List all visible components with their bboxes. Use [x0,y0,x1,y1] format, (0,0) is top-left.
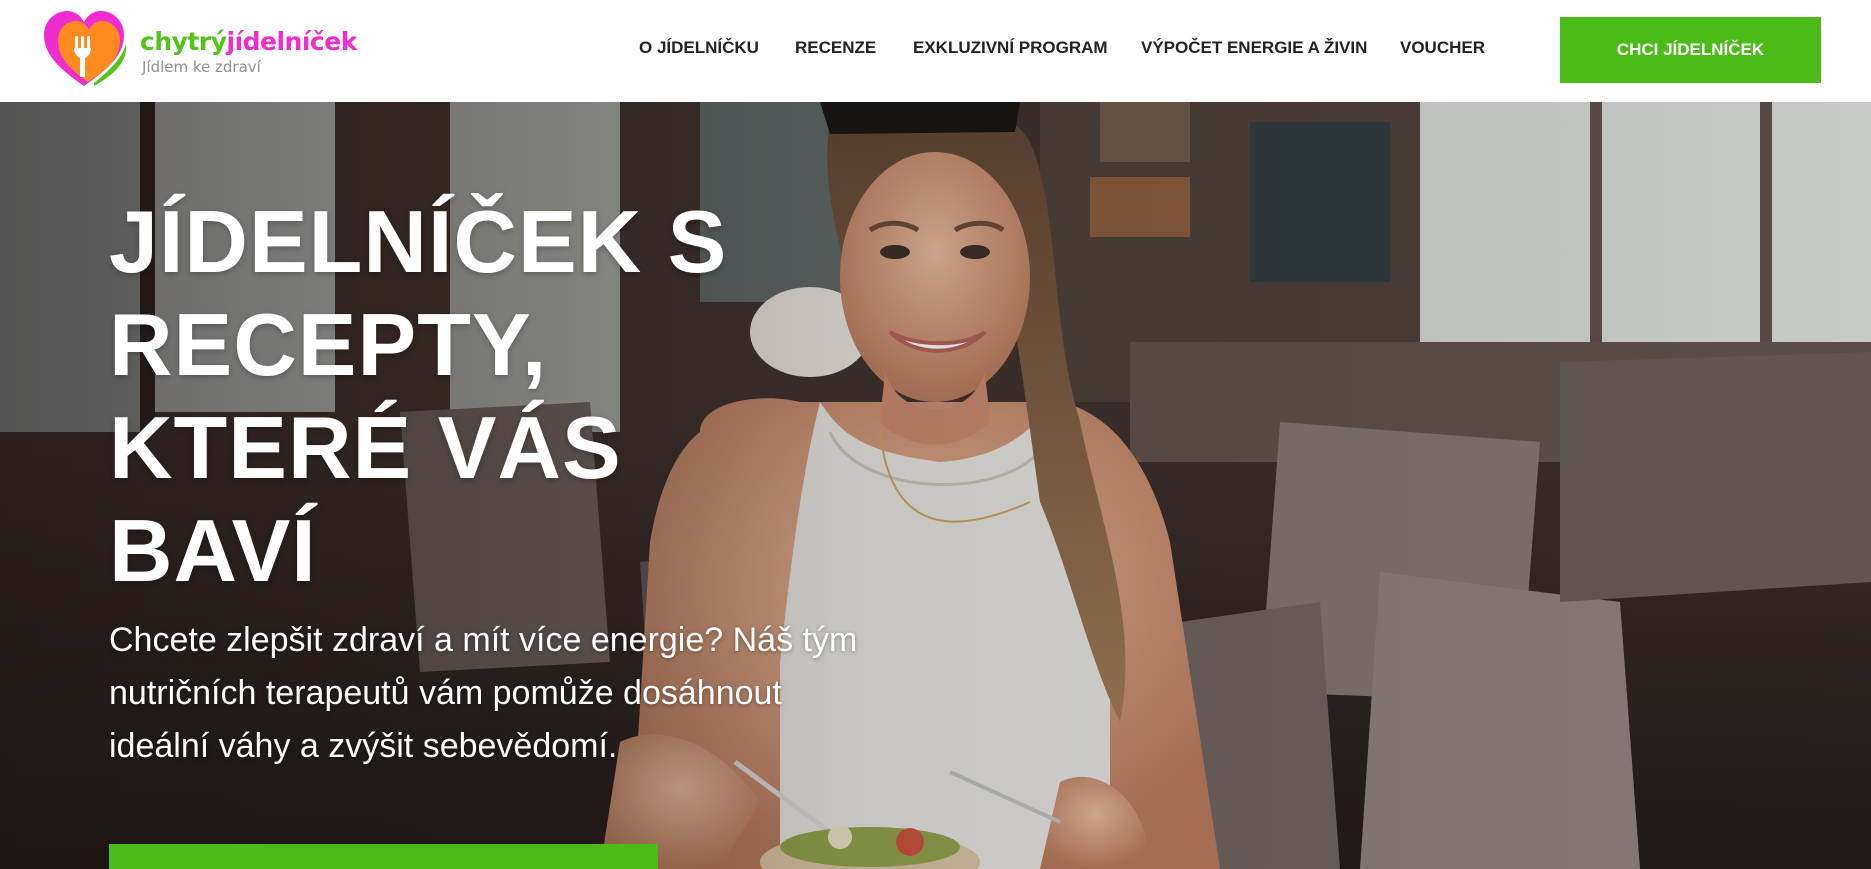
hero-title-line: BAVÍ [109,501,317,600]
chci-jidelnicek-button[interactable]: CHCI JÍDELNÍČEK [1560,17,1821,83]
hero-cta-button[interactable] [109,844,658,869]
hero-subtitle-line: ideální váhy a zvýšit sebevědomí. [109,727,618,765]
nav-item-exkluzivni-program[interactable]: EXKLUZIVNÍ PROGRAM [913,38,1108,58]
nav-item-voucher[interactable]: VOUCHER [1400,38,1485,58]
hero-title-line: JÍDELNÍČEK S [109,192,728,291]
hero-subtitle-line: Chcete zlepšit zdraví a mít více energie… [109,621,858,659]
hero-subtitle-line: nutričních terapeutů vám pomůže dosáhnou… [109,674,782,712]
nav-item-recenze[interactable]: RECENZE [795,38,876,58]
nav-item-vypocet-energie[interactable]: VÝPOČET ENERGIE A ŽIVIN [1141,38,1367,58]
hero-title-line: RECEPTY, [109,295,548,394]
hero-title: JÍDELNÍČEK S RECEPTY, KTERÉ VÁS BAVÍ [109,190,869,602]
hero-section: JÍDELNÍČEK S RECEPTY, KTERÉ VÁS BAVÍ Chc… [0,102,1871,869]
hero-subtitle: Chcete zlepšit zdraví a mít více energie… [109,614,929,773]
nav-item-o-jidelnicku[interactable]: O JÍDELNÍČKU [639,38,759,58]
hero-title-line: KTERÉ VÁS [109,398,622,497]
site-header: chytrýjídelníček Jídlem ke zdraví O JÍDE… [0,0,1871,102]
